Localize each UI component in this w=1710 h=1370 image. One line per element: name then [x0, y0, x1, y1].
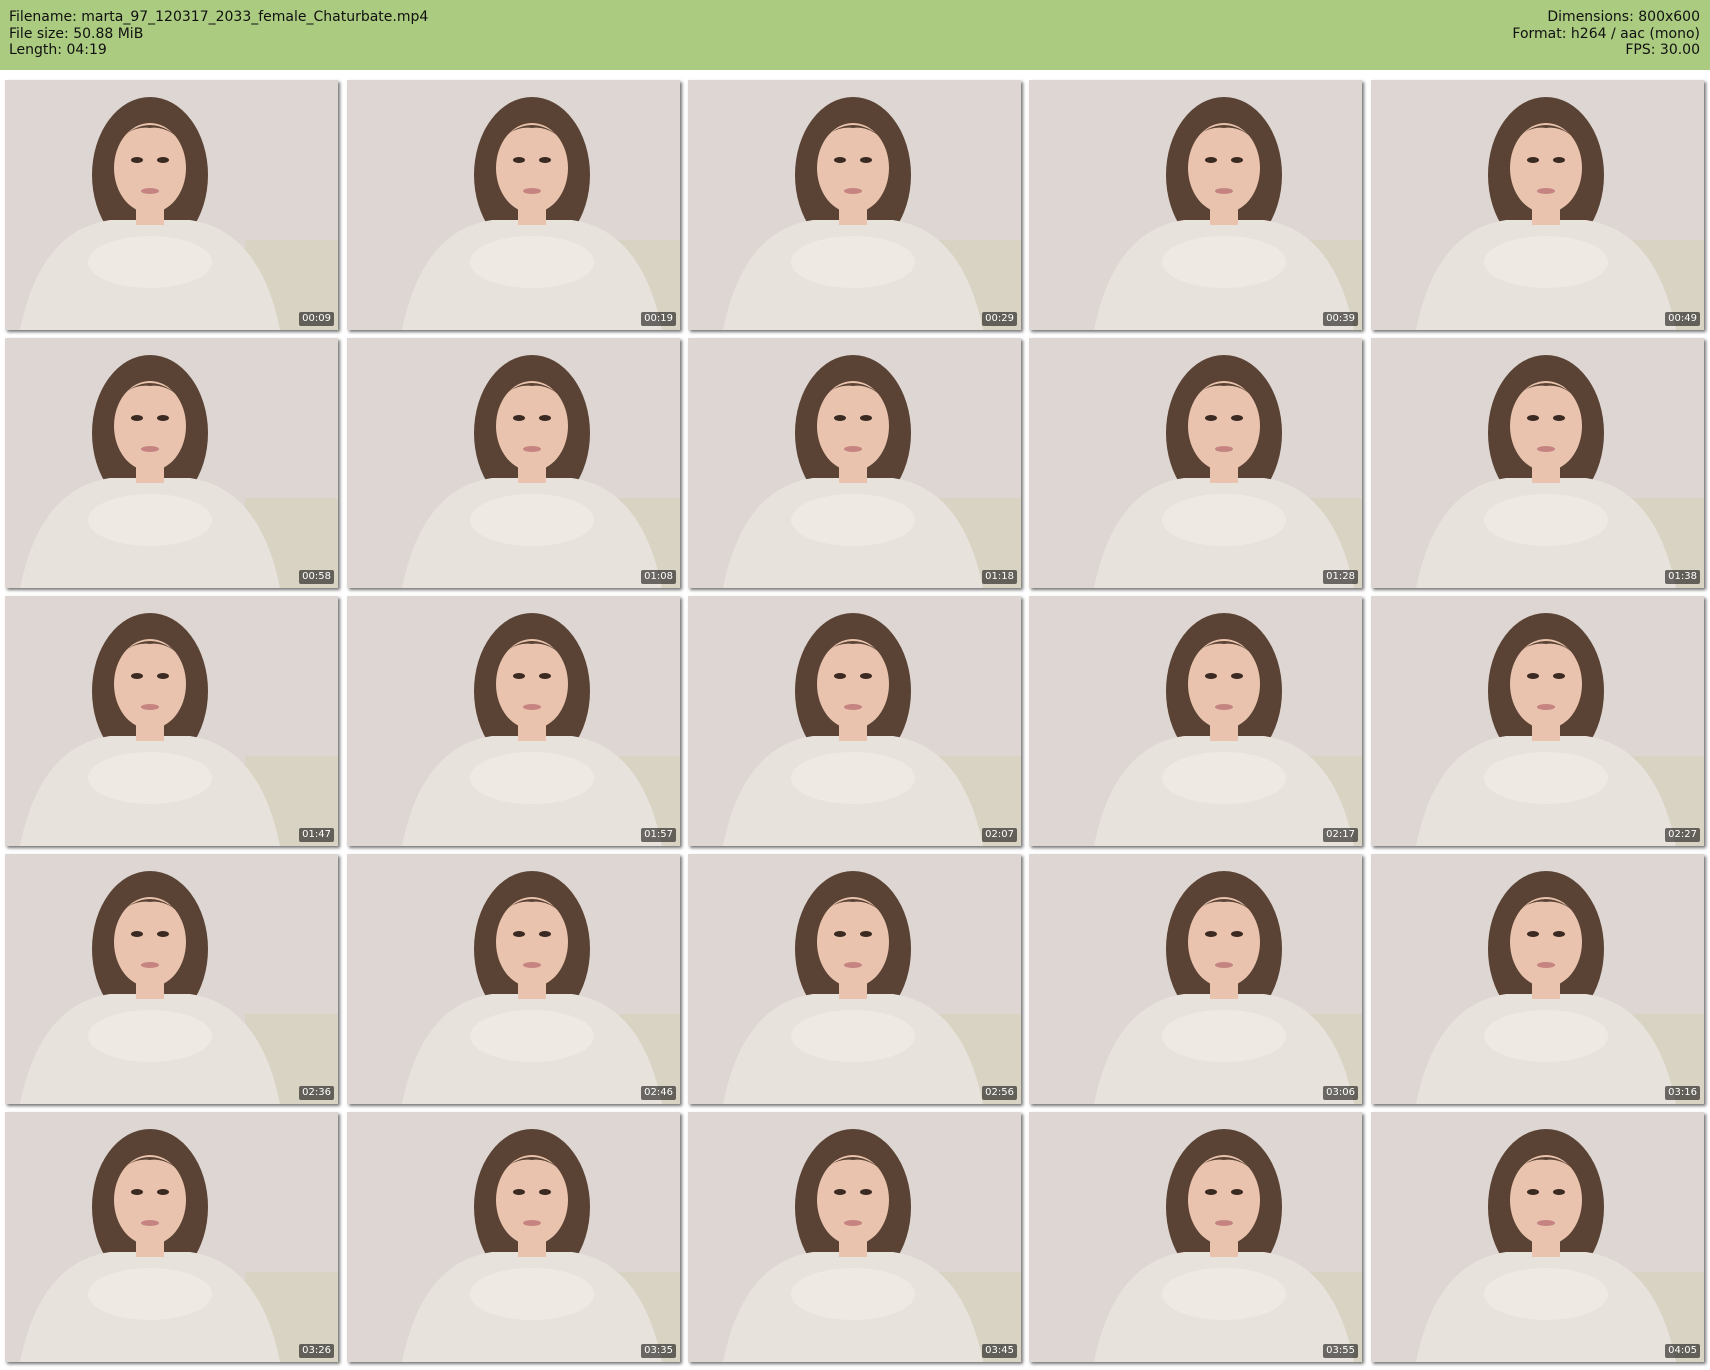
timestamp-label: 02:36 — [299, 1086, 334, 1100]
frame-image — [688, 80, 1021, 330]
video-thumbnail[interactable]: 01:08 — [347, 338, 680, 588]
timestamp-label: 00:29 — [982, 312, 1017, 326]
timestamp-label: 03:26 — [299, 1344, 334, 1358]
video-thumbnail[interactable]: 00:39 — [1029, 80, 1362, 330]
timestamp-label: 02:56 — [982, 1086, 1017, 1100]
video-thumbnail[interactable]: 00:49 — [1371, 80, 1704, 330]
timestamp-label: 01:18 — [982, 570, 1017, 584]
video-thumbnail[interactable]: 02:36 — [5, 854, 338, 1104]
video-thumbnail[interactable]: 00:58 — [5, 338, 338, 588]
frame-image — [5, 596, 338, 846]
video-thumbnail[interactable]: 01:18 — [688, 338, 1021, 588]
video-thumbnail[interactable]: 03:45 — [688, 1112, 1021, 1362]
frame-image — [5, 80, 338, 330]
timestamp-label: 00:39 — [1323, 312, 1358, 326]
frame-image — [1029, 1112, 1362, 1362]
video-thumbnail[interactable]: 02:46 — [347, 854, 680, 1104]
timestamp-label: 01:47 — [299, 828, 334, 842]
timestamp-label: 03:35 — [641, 1344, 676, 1358]
video-thumbnail[interactable]: 00:09 — [5, 80, 338, 330]
thumbnail-grid: 00:09 00:19 00:29 00:39 00:49 00:58 01:08 01:18… — [0, 70, 1710, 1370]
filename-text: Filename: marta_97_120317_2033_female_Ch… — [9, 9, 429, 25]
video-thumbnail[interactable]: 01:47 — [5, 596, 338, 846]
video-thumbnail[interactable]: 00:19 — [347, 80, 680, 330]
timestamp-label: 00:19 — [641, 312, 676, 326]
frame-image — [1371, 854, 1704, 1104]
frame-image — [1029, 338, 1362, 588]
timestamp-label: 00:49 — [1665, 312, 1700, 326]
video-thumbnail[interactable]: 03:06 — [1029, 854, 1362, 1104]
timestamp-label: 03:16 — [1665, 1086, 1700, 1100]
video-thumbnail[interactable]: 01:28 — [1029, 338, 1362, 588]
timestamp-label: 03:55 — [1323, 1344, 1358, 1358]
frame-image — [1029, 596, 1362, 846]
video-thumbnail[interactable]: 02:56 — [688, 854, 1021, 1104]
frame-image — [5, 1112, 338, 1362]
info-header: Filename: marta_97_120317_2033_female_Ch… — [0, 0, 1710, 70]
fps-text: FPS: 30.00 — [1625, 42, 1700, 58]
video-thumbnail[interactable]: 03:55 — [1029, 1112, 1362, 1362]
video-thumbnail[interactable]: 02:17 — [1029, 596, 1362, 846]
timestamp-label: 04:05 — [1665, 1344, 1700, 1358]
frame-image — [1029, 80, 1362, 330]
frame-image — [1371, 1112, 1704, 1362]
frame-image — [688, 1112, 1021, 1362]
timestamp-label: 03:45 — [982, 1344, 1017, 1358]
timestamp-label: 02:17 — [1323, 828, 1358, 842]
frame-image — [1371, 80, 1704, 330]
frame-image — [688, 596, 1021, 846]
timestamp-label: 03:06 — [1323, 1086, 1358, 1100]
timestamp-label: 00:09 — [299, 312, 334, 326]
frame-image — [1371, 596, 1704, 846]
video-thumbnail[interactable]: 00:29 — [688, 80, 1021, 330]
frame-image — [347, 80, 680, 330]
frame-image — [347, 1112, 680, 1362]
frame-image — [347, 854, 680, 1104]
frame-image — [688, 338, 1021, 588]
timestamp-label: 01:08 — [641, 570, 676, 584]
filesize-text: File size: 50.88 MiB — [9, 25, 144, 42]
timestamp-label: 01:28 — [1323, 570, 1358, 584]
format-text: Format: h264 / aac (mono) — [1512, 25, 1700, 42]
timestamp-label: 02:07 — [982, 828, 1017, 842]
timestamp-label: 02:46 — [641, 1086, 676, 1100]
frame-image — [5, 854, 338, 1104]
frame-image — [347, 596, 680, 846]
timestamp-label: 00:58 — [299, 570, 334, 584]
frame-image — [688, 854, 1021, 1104]
video-thumbnail[interactable]: 01:38 — [1371, 338, 1704, 588]
timestamp-label: 01:38 — [1665, 570, 1700, 584]
video-thumbnail[interactable]: 03:16 — [1371, 854, 1704, 1104]
dimensions-text: Dimensions: 800x600 — [1547, 9, 1700, 25]
header-right: Dimensions: 800x600 Format: h264 / aac (… — [1512, 9, 1700, 59]
length-text: Length: 04:19 — [9, 42, 107, 58]
video-thumbnail[interactable]: 02:27 — [1371, 596, 1704, 846]
timestamp-label: 02:27 — [1665, 828, 1700, 842]
video-thumbnail[interactable]: 01:57 — [347, 596, 680, 846]
video-thumbnail[interactable]: 03:26 — [5, 1112, 338, 1362]
video-thumbnail[interactable]: 04:05 — [1371, 1112, 1704, 1362]
timestamp-label: 01:57 — [641, 828, 676, 842]
video-thumbnail[interactable]: 03:35 — [347, 1112, 680, 1362]
frame-image — [5, 338, 338, 588]
header-left: Filename: marta_97_120317_2033_female_Ch… — [9, 9, 428, 59]
video-thumbnail[interactable]: 02:07 — [688, 596, 1021, 846]
frame-image — [347, 338, 680, 588]
frame-image — [1371, 338, 1704, 588]
frame-image — [1029, 854, 1362, 1104]
